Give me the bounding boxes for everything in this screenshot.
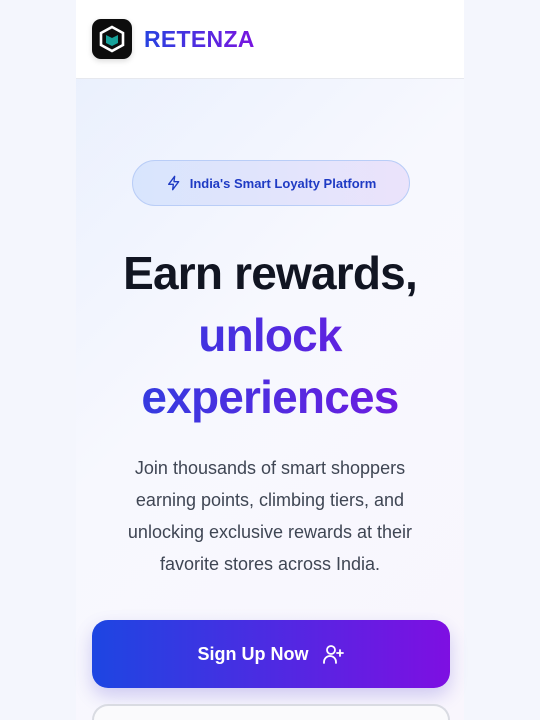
platform-badge: India's Smart Loyalty Platform [132,160,410,206]
secondary-button[interactable] [92,704,450,720]
sign-up-label: Sign Up Now [197,643,309,664]
hero-title: Earn rewards, unlock experiences [76,242,464,428]
hero-description: Join thousands of smart shoppers earning… [127,458,413,574]
page-column: RETENZA India's Smart Loyalty Platform E… [76,0,464,720]
sign-up-button[interactable]: Sign Up Now [92,620,450,688]
user-plus-icon [322,645,344,664]
hero-title-line1: Earn rewards, [123,247,418,299]
logo-icon[interactable] [92,19,132,59]
lightning-icon [167,175,180,191]
header: RETENZA [76,0,464,79]
brand-name[interactable]: RETENZA [144,26,255,53]
badge-label: India's Smart Loyalty Platform [189,175,377,191]
hero-title-line2: unlock experiences [76,304,464,428]
